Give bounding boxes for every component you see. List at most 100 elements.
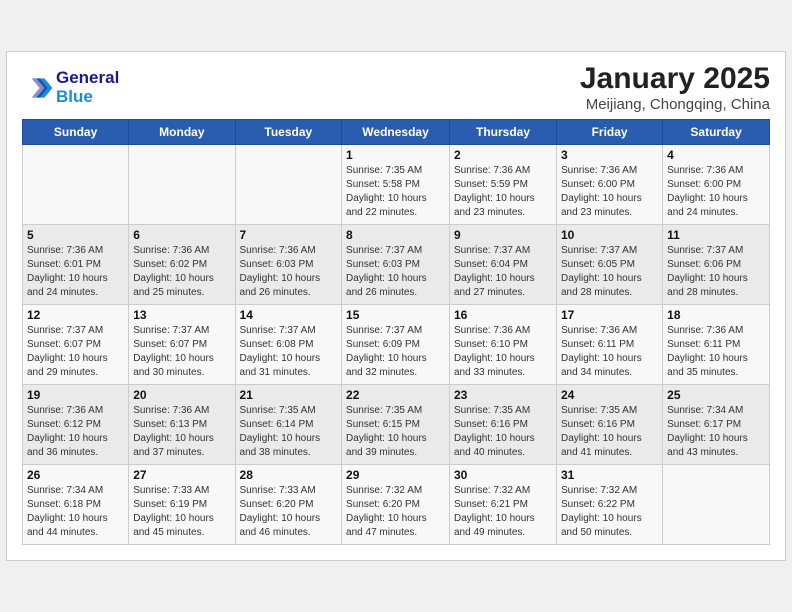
day-number: 29 [346,468,445,482]
calendar-cell: 16 Sunrise: 7:36 AM Sunset: 6:10 PM Dayli… [450,305,557,385]
calendar-cell: 26 Sunrise: 7:34 AM Sunset: 6:18 PM Dayli… [23,465,129,545]
day-info: Sunrise: 7:37 AM Sunset: 6:03 PM Dayligh… [346,244,445,300]
calendar-cell: 14Sunrise: 7:37 AM Sunset: 6:08 PM Dayli… [235,305,342,385]
day-info: Sunrise: 7:37 AM Sunset: 6:05 PM Dayligh… [561,244,658,300]
day-info: Sunrise: 7:36 AM Sunset: 6:00 PM Dayligh… [667,164,765,220]
calendar-cell: 28 Sunrise: 7:33 AM Sunset: 6:20 PM Dayli… [235,465,342,545]
calendar-cell: 24Sunrise: 7:35 AM Sunset: 6:16 PM Dayli… [557,385,663,465]
day-number: 4 [667,148,765,162]
calendar-table: SundayMondayTuesdayWednesdayThursdayFrid… [22,119,770,545]
location: Meijiang, Chongqing, China [580,96,770,113]
calendar-cell: 8 Sunrise: 7:37 AM Sunset: 6:03 PM Daylig… [342,225,450,305]
day-number: 25 [667,388,765,402]
calendar-cell [663,465,770,545]
calendar-cell [23,145,129,225]
calendar-cell: 15 Sunrise: 7:37 AM Sunset: 6:09 PM Dayli… [342,305,450,385]
day-info: Sunrise: 7:37 AM Sunset: 6:07 PM Dayligh… [133,324,230,380]
calendar-week-row: 19 Sunrise: 7:36 AM Sunset: 6:12 PM Dayli… [23,385,770,465]
day-info: Sunrise: 7:32 AM Sunset: 6:22 PM Dayligh… [561,484,658,540]
calendar-cell: 2 Sunrise: 7:36 AM Sunset: 5:59 PM Daylig… [450,145,557,225]
calendar-cell: 18 Sunrise: 7:36 AM Sunset: 6:11 PM Dayli… [663,305,770,385]
day-info: Sunrise: 7:36 AM Sunset: 5:59 PM Dayligh… [454,164,552,220]
calendar-cell: 10Sunrise: 7:37 AM Sunset: 6:05 PM Dayli… [557,225,663,305]
calendar-cell: 27 Sunrise: 7:33 AM Sunset: 6:19 PM Dayli… [129,465,235,545]
day-number: 24 [561,388,658,402]
day-info: Sunrise: 7:37 AM Sunset: 6:07 PM Dayligh… [27,324,124,380]
day-info: Sunrise: 7:36 AM Sunset: 6:12 PM Dayligh… [27,404,124,460]
day-info: Sunrise: 7:36 AM Sunset: 6:11 PM Dayligh… [667,324,765,380]
calendar-cell: 29Sunrise: 7:32 AM Sunset: 6:20 PM Dayli… [342,465,450,545]
calendar-cell: 20 Sunrise: 7:36 AM Sunset: 6:13 PM Dayli… [129,385,235,465]
day-info: Sunrise: 7:36 AM Sunset: 6:02 PM Dayligh… [133,244,230,300]
day-info: Sunrise: 7:37 AM Sunset: 6:08 PM Dayligh… [240,324,338,380]
weekday-header-tuesday: Tuesday [235,120,342,145]
calendar-header-row: SundayMondayTuesdayWednesdayThursdayFrid… [23,120,770,145]
day-number: 15 [346,308,445,322]
day-number: 27 [133,468,230,482]
calendar-week-row: 1Sunrise: 7:35 AM Sunset: 5:58 PM Daylig… [23,145,770,225]
weekday-header-friday: Friday [557,120,663,145]
logo-general: General [56,69,119,88]
weekday-header-thursday: Thursday [450,120,557,145]
day-info: Sunrise: 7:37 AM Sunset: 6:09 PM Dayligh… [346,324,445,380]
weekday-header-wednesday: Wednesday [342,120,450,145]
calendar-cell: 25 Sunrise: 7:34 AM Sunset: 6:17 PM Dayli… [663,385,770,465]
day-info: Sunrise: 7:35 AM Sunset: 6:14 PM Dayligh… [240,404,338,460]
day-info: Sunrise: 7:35 AM Sunset: 5:58 PM Dayligh… [346,164,445,220]
day-info: Sunrise: 7:36 AM Sunset: 6:01 PM Dayligh… [27,244,124,300]
logo-text: General Blue [56,69,119,106]
day-number: 13 [133,308,230,322]
day-number: 7 [240,228,338,242]
calendar-cell: 6 Sunrise: 7:36 AM Sunset: 6:02 PM Daylig… [129,225,235,305]
day-number: 30 [454,468,552,482]
day-info: Sunrise: 7:36 AM Sunset: 6:11 PM Dayligh… [561,324,658,380]
calendar-cell: 11Sunrise: 7:37 AM Sunset: 6:06 PM Dayli… [663,225,770,305]
calendar-cell: 5 Sunrise: 7:36 AM Sunset: 6:01 PM Daylig… [23,225,129,305]
day-info: Sunrise: 7:36 AM Sunset: 6:03 PM Dayligh… [240,244,338,300]
calendar-cell: 7 Sunrise: 7:36 AM Sunset: 6:03 PM Daylig… [235,225,342,305]
day-info: Sunrise: 7:37 AM Sunset: 6:04 PM Dayligh… [454,244,552,300]
weekday-header-row: SundayMondayTuesdayWednesdayThursdayFrid… [23,120,770,145]
day-number: 20 [133,388,230,402]
logo-blue: Blue [56,88,93,107]
calendar-cell [235,145,342,225]
day-info: Sunrise: 7:33 AM Sunset: 6:19 PM Dayligh… [133,484,230,540]
day-number: 3 [561,148,658,162]
day-info: Sunrise: 7:36 AM Sunset: 6:13 PM Dayligh… [133,404,230,460]
day-number: 31 [561,468,658,482]
calendar-cell: 22Sunrise: 7:35 AM Sunset: 6:15 PM Dayli… [342,385,450,465]
day-info: Sunrise: 7:32 AM Sunset: 6:21 PM Dayligh… [454,484,552,540]
calendar-body: 1Sunrise: 7:35 AM Sunset: 5:58 PM Daylig… [23,145,770,545]
weekday-header-monday: Monday [129,120,235,145]
day-number: 17 [561,308,658,322]
day-info: Sunrise: 7:35 AM Sunset: 6:16 PM Dayligh… [454,404,552,460]
month-year: January 2025 [580,62,770,96]
calendar-cell: 19 Sunrise: 7:36 AM Sunset: 6:12 PM Dayli… [23,385,129,465]
day-info: Sunrise: 7:37 AM Sunset: 6:06 PM Dayligh… [667,244,765,300]
calendar-week-row: 5 Sunrise: 7:36 AM Sunset: 6:01 PM Daylig… [23,225,770,305]
day-number: 19 [27,388,124,402]
day-info: Sunrise: 7:36 AM Sunset: 6:10 PM Dayligh… [454,324,552,380]
day-number: 18 [667,308,765,322]
day-number: 6 [133,228,230,242]
calendar-cell: 23Sunrise: 7:35 AM Sunset: 6:16 PM Dayli… [450,385,557,465]
day-number: 16 [454,308,552,322]
logo-icon [22,72,54,104]
calendar-week-row: 12Sunrise: 7:37 AM Sunset: 6:07 PM Dayli… [23,305,770,385]
day-number: 28 [240,468,338,482]
day-number: 26 [27,468,124,482]
day-info: Sunrise: 7:34 AM Sunset: 6:18 PM Dayligh… [27,484,124,540]
day-info: Sunrise: 7:34 AM Sunset: 6:17 PM Dayligh… [667,404,765,460]
day-number: 5 [27,228,124,242]
calendar-cell: 30 Sunrise: 7:32 AM Sunset: 6:21 PM Dayli… [450,465,557,545]
day-info: Sunrise: 7:33 AM Sunset: 6:20 PM Dayligh… [240,484,338,540]
calendar-header: General Blue January 2025 Meijiang, Chon… [22,62,770,113]
day-number: 2 [454,148,552,162]
day-number: 8 [346,228,445,242]
calendar-cell: 13 Sunrise: 7:37 AM Sunset: 6:07 PM Dayli… [129,305,235,385]
logo: General Blue [22,69,119,106]
day-number: 22 [346,388,445,402]
calendar-cell: 21Sunrise: 7:35 AM Sunset: 6:14 PM Dayli… [235,385,342,465]
calendar-cell: 17 Sunrise: 7:36 AM Sunset: 6:11 PM Dayli… [557,305,663,385]
calendar-cell: 1Sunrise: 7:35 AM Sunset: 5:58 PM Daylig… [342,145,450,225]
